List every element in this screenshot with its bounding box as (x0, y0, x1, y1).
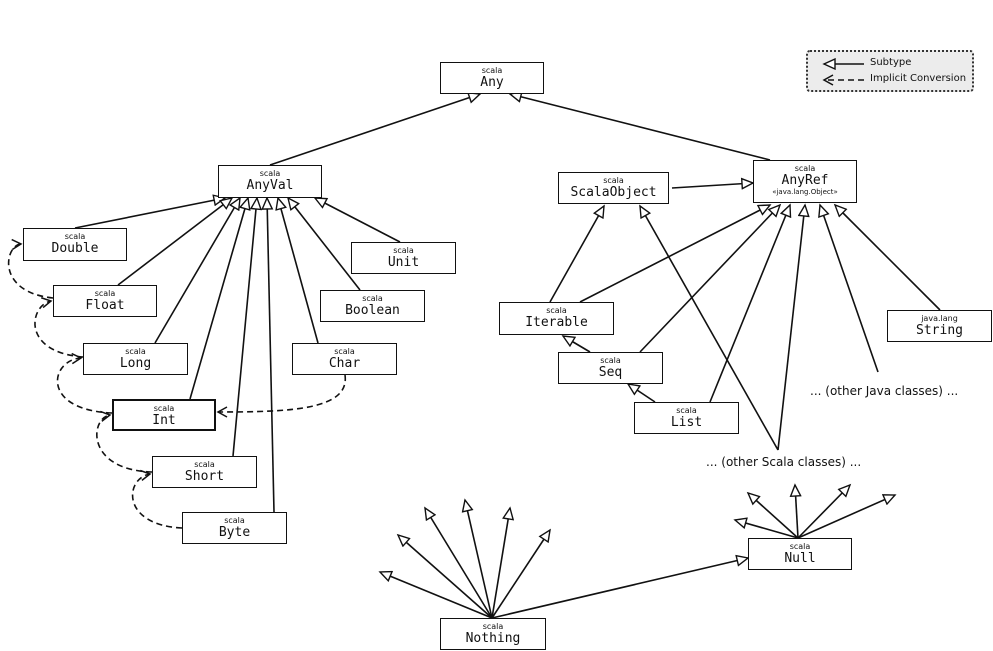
subtype-edge-nothing-null (491, 558, 748, 619)
type-name: Nothing (465, 631, 521, 646)
package-label: scala (334, 347, 355, 356)
type-box-seq: scala Seq (558, 352, 663, 384)
subtype-edge-iterable-scalaobject (549, 206, 604, 303)
package-label: scala (546, 306, 567, 315)
type-name: Int (152, 413, 176, 428)
type-box-float: scala Float (53, 285, 157, 317)
type-name: Long (119, 356, 152, 371)
package-label: scala (153, 404, 175, 413)
subtype-edge-other_java-anyref (820, 205, 879, 373)
type-box-string: java.lang String (887, 310, 992, 342)
subtype-edge-iterable-anyref (579, 205, 770, 303)
package-label: scala (362, 294, 383, 303)
type-box-anyref: scala AnyRef «java.lang.Object» (753, 160, 857, 203)
subtype-edge-anyval-any (269, 94, 480, 166)
type-box-nothing: scala Nothing (440, 618, 546, 650)
nothing-subtype-edge (491, 530, 550, 619)
legend-arrows (814, 54, 864, 86)
legend-subtype: Subtype (870, 57, 912, 68)
package-label: scala (481, 66, 503, 75)
subtype-edge-unit-anyval (315, 198, 401, 243)
type-box-iterable: scala Iterable (499, 302, 614, 335)
type-box-double: scala Double (23, 228, 127, 261)
subtype-edge-list-seq (628, 384, 656, 403)
type-box-unit: scala Unit (351, 242, 456, 274)
package-label: scala (393, 246, 414, 255)
type-name: AnyVal (246, 178, 294, 193)
type-name: String (916, 323, 963, 338)
type-box-long: scala Long (83, 343, 188, 375)
other-scala-classes-label: ... (other Scala classes) ... (706, 455, 862, 469)
null-subtype-edge (795, 485, 798, 539)
type-box-int: scala Int (112, 399, 216, 431)
type-name: AnyRef (781, 173, 829, 188)
subtype-edge-byte-anyval (267, 198, 275, 513)
type-box-anyval: scala AnyVal (218, 165, 322, 198)
type-name: Iterable (525, 315, 588, 330)
package-label: scala (600, 356, 621, 365)
type-name: Boolean (345, 303, 400, 318)
package-label: scala (603, 176, 624, 185)
nothing-subtype-edge (380, 572, 493, 619)
type-box-boolean: scala Boolean (320, 290, 425, 322)
type-name: Seq (598, 365, 623, 380)
subtype-edge-double-anyval (74, 198, 225, 229)
type-box-any: scala Any (440, 62, 544, 94)
type-name: Short (184, 469, 225, 484)
subtype-edge-seq-iterable (563, 336, 591, 353)
package-label: scala (676, 406, 697, 415)
type-name: Byte (218, 525, 251, 540)
package-label: scala (125, 347, 146, 356)
package-label: scala (64, 232, 86, 241)
package-label: scala (194, 460, 215, 469)
nothing-subtype-edge (425, 508, 493, 619)
subtype-edge-anyref-any (510, 94, 771, 161)
type-name: Unit (387, 255, 420, 270)
subtype-edge-scalaobject-anyref (671, 183, 753, 188)
nothing-subtype-edge (398, 535, 493, 619)
nothing-subtype-edge (491, 508, 510, 619)
null-subtype-edge (797, 495, 895, 539)
type-box-null: scala Null (748, 538, 852, 570)
subtype-edge-list-anyref (709, 205, 790, 403)
type-box-scalaobject: scala ScalaObject (558, 172, 669, 204)
type-name: Double (51, 241, 99, 256)
package-label: scala (259, 169, 281, 178)
subtype-edge-int-anyval (189, 198, 248, 400)
package-label: java.lang (921, 314, 958, 323)
type-box-byte: scala Byte (182, 512, 287, 544)
type-name: ScalaObject (570, 185, 657, 200)
legend-implicit: Implicit Conversion (870, 73, 967, 84)
type-box-list: scala List (634, 402, 739, 434)
package-label: scala (794, 164, 816, 173)
package-label: scala (94, 289, 116, 298)
scala-type-hierarchy-diagram: Subtype Implicit Conversion ... (other J… (0, 0, 993, 651)
type-box-char: scala Char (292, 343, 397, 375)
other-java-classes-label: ... (other Java classes) ... (810, 384, 959, 398)
package-label: scala (482, 622, 504, 631)
type-name: List (670, 415, 703, 430)
type-note: «java.lang.Object» (772, 188, 838, 196)
type-name: Null (784, 551, 816, 566)
subtype-edge-other_scala-anyref (777, 205, 805, 451)
type-name: Float (85, 298, 125, 313)
nothing-subtype-edge (465, 500, 493, 619)
legend: Subtype Implicit Conversion (806, 50, 974, 92)
type-name: Char (328, 356, 361, 371)
type-box-short: scala Short (152, 456, 257, 488)
package-label: scala (789, 542, 811, 551)
subtype-edge-char-anyval (278, 198, 319, 344)
type-name: Any (480, 75, 504, 90)
package-label: scala (224, 516, 245, 525)
null-subtype-edge (797, 485, 850, 539)
